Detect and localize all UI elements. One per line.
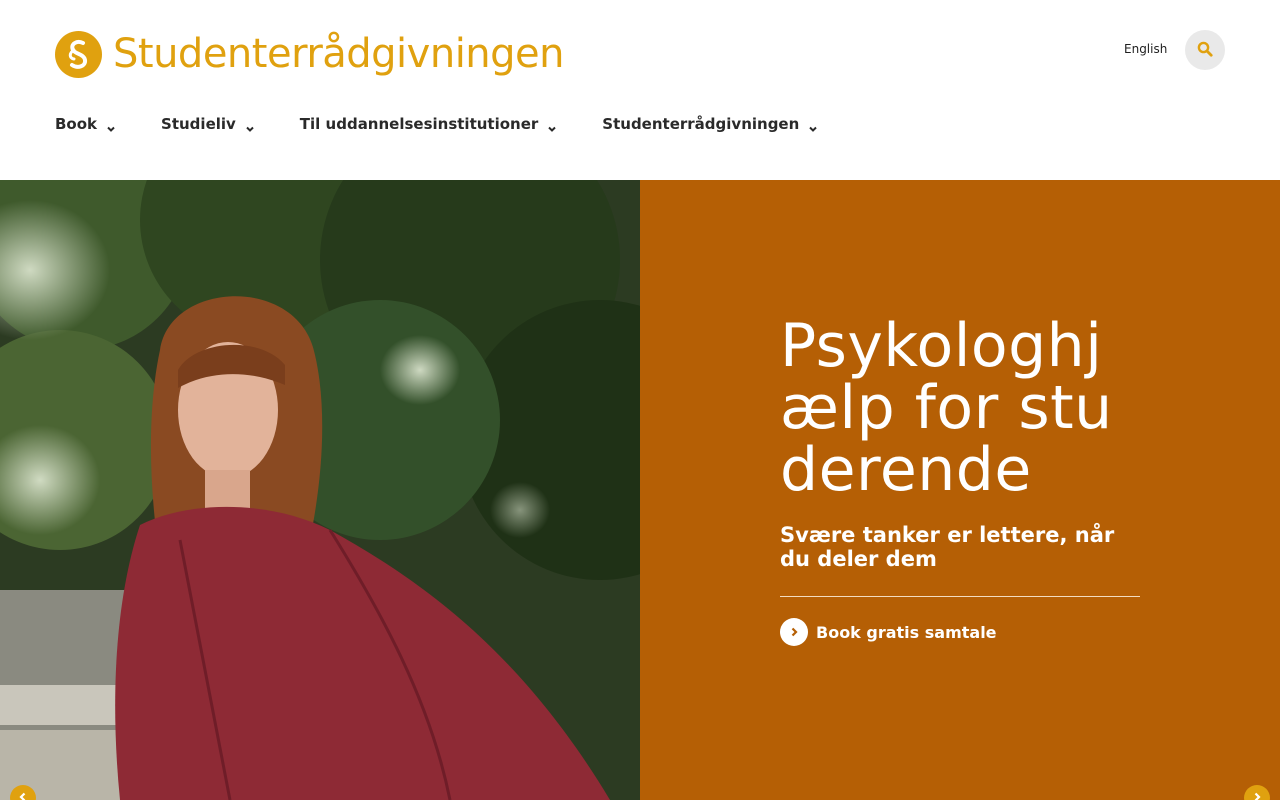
hero-photo [0,180,640,800]
nav-item-about[interactable]: Studenterrådgivningen [602,115,818,133]
logo-wordmark: Studenterrådgivningen [113,31,565,77]
nav-item-label: Studieliv [161,115,236,133]
chevron-down-icon [106,119,116,132]
chevron-right-icon [1251,791,1263,800]
nav-item-studieliv[interactable]: Studieliv [161,115,255,133]
search-button[interactable] [1185,30,1225,70]
hero-panel: Psykologhjælp for studerende Svære tanke… [640,180,1280,800]
chevron-down-icon [547,119,557,132]
divider [780,596,1140,597]
hero-title: Psykologhjælp for studerende [780,311,1113,505]
cta-label: Book gratis samtale [816,622,997,642]
language-link-english[interactable]: English [1124,42,1167,56]
site-logo[interactable]: Studenterrådgivningen [55,30,565,78]
nav-item-label: Til uddannelsesinstitutioner [299,115,539,133]
nav-item-institutions[interactable]: Til uddannelsesinstitutioner [300,115,558,133]
hero-subtitle: Svære tanker er lettere, når du deler de… [780,523,1115,571]
site-header: Studenterrådgivningen English Book Studi… [0,0,1280,180]
chevron-left-icon [17,791,29,800]
main-nav: Book Studieliv Til uddannelsesinstitutio… [55,112,863,136]
chevron-down-icon [245,119,255,132]
hero-carousel: Psykologhjælp for studerende Svære tanke… [0,180,1280,800]
search-icon [1197,41,1213,60]
nav-item-label: Studenterrådgivningen [602,115,800,133]
logo-icon [55,30,102,78]
chevron-right-icon [780,618,808,646]
nav-item-book[interactable]: Book [55,115,116,133]
book-free-session-link[interactable]: Book gratis samtale [780,618,997,646]
nav-item-label: Book [55,115,98,133]
chevron-down-icon [808,119,818,132]
